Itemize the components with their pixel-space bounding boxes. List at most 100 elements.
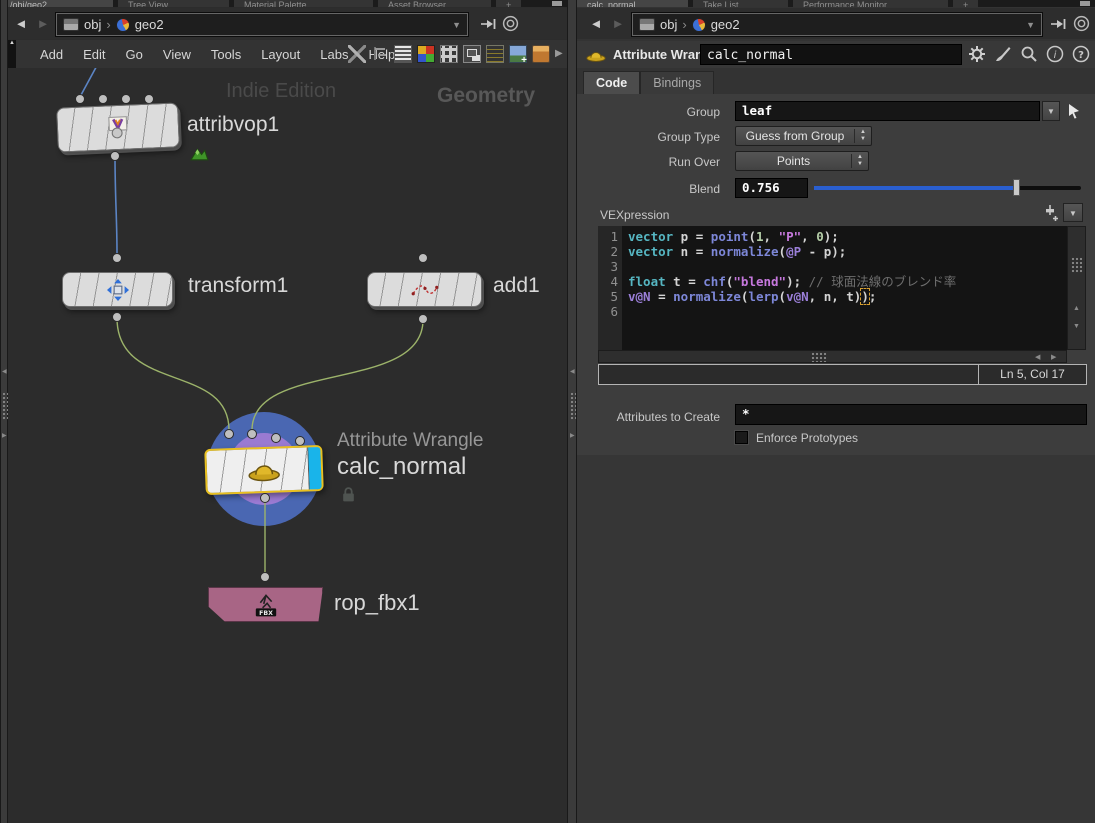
back-button[interactable]: ◄	[587, 15, 605, 33]
node-input-dot[interactable]	[121, 94, 131, 104]
tab-obj-geo2[interactable]: /obj/geo2	[0, 0, 114, 7]
group-type-dropdown[interactable]: Guess from Group ▲ ▼	[735, 126, 872, 146]
node-rop-fbx1[interactable]: FBX	[208, 587, 323, 622]
node-input-dot[interactable]	[98, 94, 108, 104]
menu-view[interactable]: View	[153, 47, 201, 62]
shelf-icon[interactable]	[532, 45, 550, 63]
brush-icon[interactable]	[994, 45, 1012, 63]
attributes-to-create-input[interactable]: *	[735, 404, 1087, 425]
network-path-field[interactable]: obj › geo2 ▼	[56, 13, 468, 36]
desktop-windows-icon[interactable]	[463, 45, 481, 63]
path-current[interactable]: geo2	[135, 17, 164, 32]
help-icon[interactable]: ?	[1072, 45, 1090, 63]
splitter-grip[interactable]	[570, 392, 576, 420]
tab-add-new[interactable]: +	[496, 0, 522, 7]
vex-code-editor[interactable]: 123456 vector p = point(1, "P", 0); vecto…	[598, 226, 1067, 350]
node-input-dot[interactable]	[112, 253, 122, 263]
group-dropdown-button[interactable]: ▼	[1042, 101, 1060, 121]
splitter-grip[interactable]	[2, 392, 8, 420]
vexpression-menu-button[interactable]: ▼	[1063, 203, 1083, 222]
group-input[interactable]: leaf	[735, 101, 1040, 121]
node-input-dot[interactable]	[295, 436, 305, 446]
scroll-right-icon[interactable]: ▶	[1051, 353, 1056, 361]
display-flag[interactable]	[307, 447, 322, 490]
code-vertical-scrollbar[interactable]: ▲ ▼	[1067, 226, 1086, 350]
path-root[interactable]: obj	[660, 17, 677, 32]
menu-layout[interactable]: Layout	[251, 47, 310, 62]
forward-button[interactable]: ►	[609, 15, 627, 33]
node-output-dot[interactable]	[112, 312, 122, 322]
vexpression-label: VEXpression	[600, 208, 670, 222]
path-dropdown-arrow[interactable]: ▼	[452, 20, 461, 30]
menu-go[interactable]: Go	[116, 47, 153, 62]
tab-add-new[interactable]: +	[953, 0, 979, 7]
tools-icon[interactable]	[348, 45, 366, 63]
parameter-path-field[interactable]: obj › geo2 ▼	[632, 13, 1042, 36]
tab-bindings[interactable]: Bindings	[640, 71, 715, 94]
path-current[interactable]: geo2	[711, 17, 740, 32]
tab-tree-view[interactable]: Tree View	[118, 0, 230, 7]
menu-tools[interactable]: Tools	[201, 47, 251, 62]
tab-material-palette[interactable]: Material Palette	[234, 0, 374, 7]
pane-maximize-box[interactable]	[552, 1, 562, 6]
forward-button[interactable]: ►	[34, 15, 52, 33]
node-name-field[interactable]: calc_normal	[700, 44, 962, 65]
blend-input[interactable]: 0.756	[735, 178, 808, 198]
scrollbar-grip[interactable]	[1071, 257, 1082, 273]
tab-asset-browser[interactable]: Asset Browser	[378, 0, 492, 7]
node-add1[interactable]	[367, 272, 482, 307]
select-arrow-icon[interactable]	[1066, 103, 1082, 119]
target-icon[interactable]	[502, 15, 519, 37]
blend-slider-handle[interactable]	[1012, 179, 1020, 196]
node-input-dot[interactable]	[247, 429, 257, 439]
background-image-icon[interactable]	[509, 45, 527, 66]
hidden-palette-handle[interactable]: ▲	[8, 40, 16, 68]
left-edge-splitter[interactable]: ◀ ▶	[0, 0, 8, 823]
node-input-dot[interactable]	[418, 253, 428, 263]
node-transform1[interactable]	[62, 272, 173, 307]
spare-input-icon[interactable]	[1041, 204, 1059, 222]
menu-add[interactable]: Add	[30, 47, 73, 62]
run-over-dropdown[interactable]: Points ▲ ▼	[735, 151, 869, 171]
scroll-left-icon[interactable]: ◀	[1035, 353, 1040, 361]
node-calc-normal[interactable]	[204, 444, 324, 496]
scroll-down-icon[interactable]: ▼	[1073, 323, 1080, 330]
scroll-up-icon[interactable]: ▲	[1073, 305, 1080, 312]
path-dropdown-arrow[interactable]: ▼	[1026, 20, 1035, 30]
sticky-note-icon[interactable]	[486, 45, 504, 63]
template-flag-icon[interactable]	[189, 145, 210, 167]
path-root[interactable]: obj	[84, 17, 101, 32]
tab-performance-monitor[interactable]: Performance Monitor	[793, 0, 949, 7]
node-input-dot[interactable]	[224, 429, 234, 439]
scrollbar-grip[interactable]	[811, 352, 827, 362]
target-icon[interactable]	[1073, 15, 1090, 37]
search-icon[interactable]	[1020, 45, 1038, 63]
pane-maximize-box[interactable]	[1080, 1, 1090, 6]
gear-icon[interactable]	[968, 45, 986, 63]
color-palette-icon[interactable]	[417, 45, 435, 63]
notes-list-icon[interactable]	[394, 45, 412, 63]
node-input-dot[interactable]	[271, 433, 281, 443]
pin-icon[interactable]	[480, 17, 498, 36]
pin-icon[interactable]	[1050, 17, 1068, 36]
enforce-prototypes-checkbox[interactable]	[735, 431, 748, 444]
network-editor-canvas[interactable]: Indie Edition Geometry attribvop1 transf…	[0, 68, 567, 823]
node-input-dot[interactable]	[260, 572, 270, 582]
tab-take-list[interactable]: Take List	[693, 0, 789, 7]
pane-splitter[interactable]: ◀ ▶	[567, 0, 577, 823]
code-horizontal-scrollbar[interactable]: ◀ ▶	[598, 350, 1067, 363]
layout-grid-icon[interactable]	[440, 45, 458, 63]
node-input-dot[interactable]	[75, 94, 85, 104]
tab-code[interactable]: Code	[583, 71, 641, 94]
node-output-dot[interactable]	[110, 151, 120, 161]
node-output-dot[interactable]	[418, 314, 428, 324]
tree-view-icon[interactable]	[371, 45, 389, 63]
menu-edit[interactable]: Edit	[73, 47, 115, 62]
tab-calc-normal[interactable]: calc_normal	[577, 0, 689, 7]
more-arrow-icon[interactable]: ▶	[555, 45, 565, 63]
node-output-dot[interactable]	[260, 493, 270, 503]
info-icon[interactable]: i	[1046, 45, 1064, 63]
blend-slider[interactable]	[814, 179, 1081, 196]
back-button[interactable]: ◄	[12, 15, 30, 33]
node-attribvop1[interactable]	[56, 102, 180, 153]
